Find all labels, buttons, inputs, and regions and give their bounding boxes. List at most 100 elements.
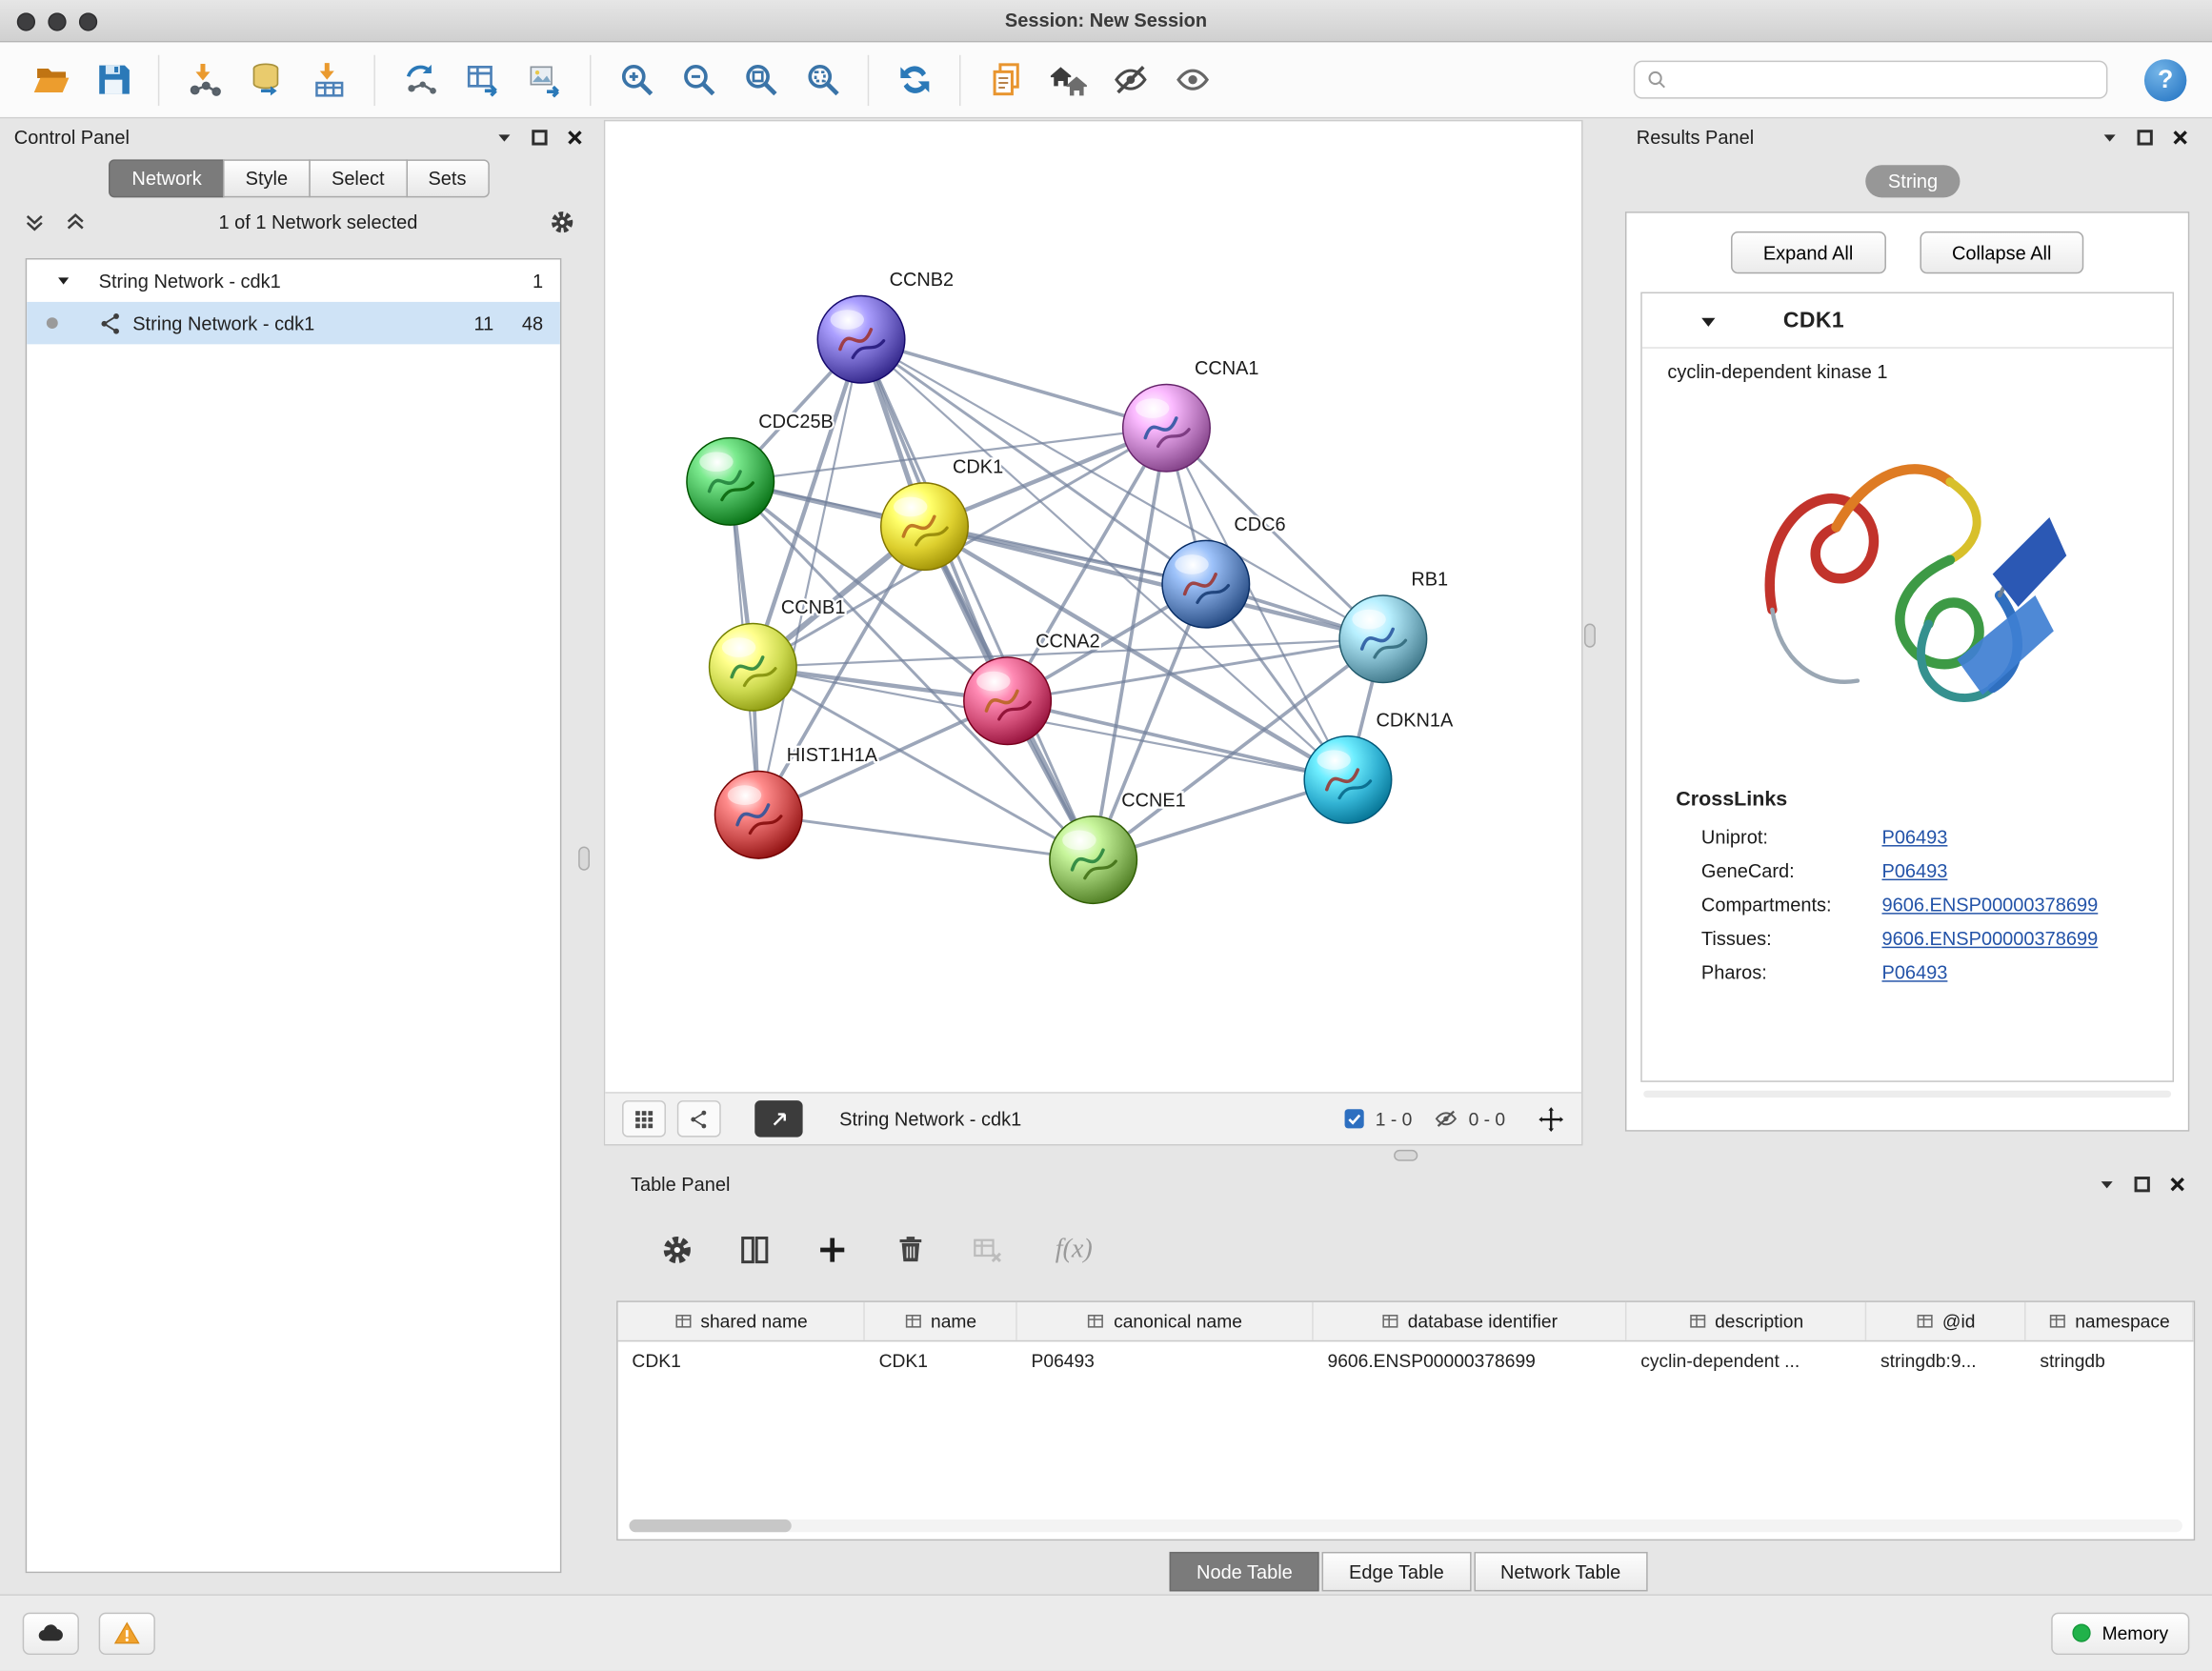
show-columns-button[interactable] — [734, 1228, 775, 1270]
column-header[interactable]: shared name — [618, 1302, 865, 1340]
cell-id[interactable]: stringdb:9... — [1866, 1341, 2025, 1379]
import-network-database-button[interactable] — [235, 50, 297, 110]
panel-close-icon[interactable] — [2171, 128, 2189, 146]
network-node-RB1[interactable]: RB1 — [1339, 570, 1448, 683]
column-header[interactable]: @id — [1866, 1302, 2025, 1340]
column-header[interactable]: database identifier — [1314, 1302, 1627, 1340]
zoom-window-button[interactable] — [79, 12, 97, 30]
network-edge[interactable] — [758, 815, 1093, 859]
network-edge[interactable] — [861, 339, 1166, 428]
search-input[interactable] — [1676, 70, 2095, 91]
network-node-CDK1[interactable]: CDK1 — [881, 456, 1003, 570]
network-edge[interactable] — [758, 339, 861, 815]
copy-button[interactable] — [975, 50, 1036, 110]
cell-name[interactable]: CDK1 — [865, 1341, 1017, 1379]
cell-description[interactable]: cyclin-dependent ... — [1626, 1341, 1866, 1379]
tissues-link[interactable]: 9606.ENSP00000378699 — [1881, 928, 2098, 949]
cloud-status-button[interactable] — [23, 1612, 79, 1654]
selected-checkbox-icon[interactable] — [1343, 1107, 1366, 1130]
panel-float-icon[interactable] — [2138, 129, 2153, 144]
gear-icon[interactable] — [549, 208, 575, 234]
export-table-button[interactable] — [452, 50, 513, 110]
string-tab-badge[interactable]: String — [1865, 165, 1961, 197]
tab-select[interactable]: Select — [309, 159, 407, 197]
collapse-all-icon[interactable] — [23, 210, 47, 233]
collection-caret-icon[interactable] — [55, 272, 72, 290]
memory-button[interactable]: Memory — [2051, 1612, 2189, 1654]
column-header[interactable]: canonical name — [1017, 1302, 1314, 1340]
hidden-eye-slash-icon[interactable] — [1434, 1106, 1459, 1132]
network-edge[interactable] — [1008, 701, 1348, 780]
open-session-button[interactable] — [20, 50, 82, 110]
network-node-CDC25B[interactable]: CDC25B — [687, 412, 834, 525]
protein-section-header[interactable]: CDK1 — [1642, 293, 2173, 349]
zoom-in-button[interactable] — [605, 50, 667, 110]
export-image-button[interactable] — [513, 50, 575, 110]
splitter-handle[interactable] — [578, 847, 590, 871]
minimize-window-button[interactable] — [48, 12, 66, 30]
section-caret-icon[interactable] — [1699, 312, 1719, 332]
delete-column-button[interactable] — [889, 1228, 931, 1270]
pharos-link[interactable]: P06493 — [1881, 961, 1947, 982]
panel-menu-icon[interactable] — [2098, 1175, 2116, 1193]
tab-network[interactable]: Network — [110, 159, 225, 197]
network-node-CDKN1A[interactable]: CDKN1A — [1304, 710, 1454, 823]
delete-table-button-disabled[interactable] — [966, 1228, 1008, 1270]
zoom-out-button[interactable] — [667, 50, 729, 110]
network-svg[interactable]: CCNB2CCNA1CDC25BCDK1CDC6RB1CCNB1CCNA2CDK… — [605, 121, 1581, 1092]
expand-all-button[interactable]: Expand All — [1731, 232, 1886, 273]
import-network-file-button[interactable] — [173, 50, 235, 110]
table-settings-button[interactable] — [656, 1228, 698, 1270]
help-button[interactable]: ? — [2144, 58, 2186, 100]
results-horizontal-scrollbar[interactable] — [1643, 1091, 2171, 1097]
cell-canonical-name[interactable]: P06493 — [1017, 1341, 1314, 1379]
panel-menu-icon[interactable] — [2101, 128, 2119, 146]
tab-edge-table[interactable]: Edge Table — [1322, 1552, 1471, 1591]
pan-crosshair-icon[interactable] — [1538, 1105, 1564, 1132]
save-session-button[interactable] — [82, 50, 144, 110]
scrollbar-thumb[interactable] — [629, 1520, 791, 1532]
panel-menu-icon[interactable] — [495, 128, 513, 146]
network-node-CCNA1[interactable]: CCNA1 — [1123, 358, 1259, 472]
home-button[interactable] — [1036, 50, 1098, 110]
zoom-selected-button[interactable] — [792, 50, 854, 110]
apply-layout-button[interactable] — [883, 50, 945, 110]
compartments-link[interactable]: 9606.ENSP00000378699 — [1881, 894, 2098, 915]
network-tools-button[interactable] — [390, 50, 452, 110]
network-edge[interactable] — [924, 527, 1382, 639]
column-header[interactable]: name — [865, 1302, 1017, 1340]
network-view-button[interactable] — [677, 1100, 721, 1137]
grid-view-button[interactable] — [622, 1100, 666, 1137]
warnings-button[interactable] — [99, 1612, 155, 1654]
expand-all-icon[interactable] — [64, 210, 88, 233]
import-table-file-button[interactable] — [297, 50, 359, 110]
network-row[interactable]: String Network - cdk1 11 48 — [27, 302, 560, 344]
panel-close-icon[interactable] — [566, 128, 584, 146]
splitter-handle[interactable] — [1584, 624, 1596, 648]
show-graphics-details-button[interactable] — [1161, 50, 1223, 110]
collapse-all-button[interactable]: Collapse All — [1920, 232, 2084, 273]
genecard-link[interactable]: P06493 — [1881, 860, 1947, 881]
tab-style[interactable]: Style — [223, 159, 311, 197]
zoom-fit-button[interactable] — [730, 50, 792, 110]
close-window-button[interactable] — [17, 12, 35, 30]
uniprot-link[interactable]: P06493 — [1881, 826, 1947, 847]
collection-row[interactable]: String Network - cdk1 1 — [27, 259, 560, 301]
search-box[interactable] — [1634, 61, 2108, 99]
network-node-CCNB1[interactable]: CCNB1 — [710, 597, 846, 711]
add-column-button[interactable] — [812, 1228, 854, 1270]
network-edge[interactable] — [861, 339, 1094, 859]
network-canvas[interactable]: CCNB2CCNA1CDC25BCDK1CDC6RB1CCNB1CCNA2CDK… — [605, 121, 1581, 1092]
function-builder-button[interactable]: f(x) — [1056, 1234, 1093, 1265]
panel-close-icon[interactable] — [2168, 1175, 2186, 1193]
panel-float-icon[interactable] — [2135, 1176, 2150, 1191]
network-node-CCNB2[interactable]: CCNB2 — [817, 270, 954, 383]
table-horizontal-scrollbar[interactable] — [629, 1520, 2182, 1532]
tab-sets[interactable]: Sets — [406, 159, 489, 197]
detach-view-button[interactable] — [754, 1100, 802, 1137]
hide-annotations-button[interactable] — [1099, 50, 1161, 110]
cell-namespace[interactable]: stringdb — [2026, 1341, 2194, 1379]
tab-network-table[interactable]: Network Table — [1474, 1552, 1648, 1591]
table-row[interactable]: CDK1 CDK1 P06493 9606.ENSP00000378699 cy… — [618, 1341, 2194, 1379]
network-node-HIST1H1A[interactable]: HIST1H1A — [714, 745, 877, 858]
